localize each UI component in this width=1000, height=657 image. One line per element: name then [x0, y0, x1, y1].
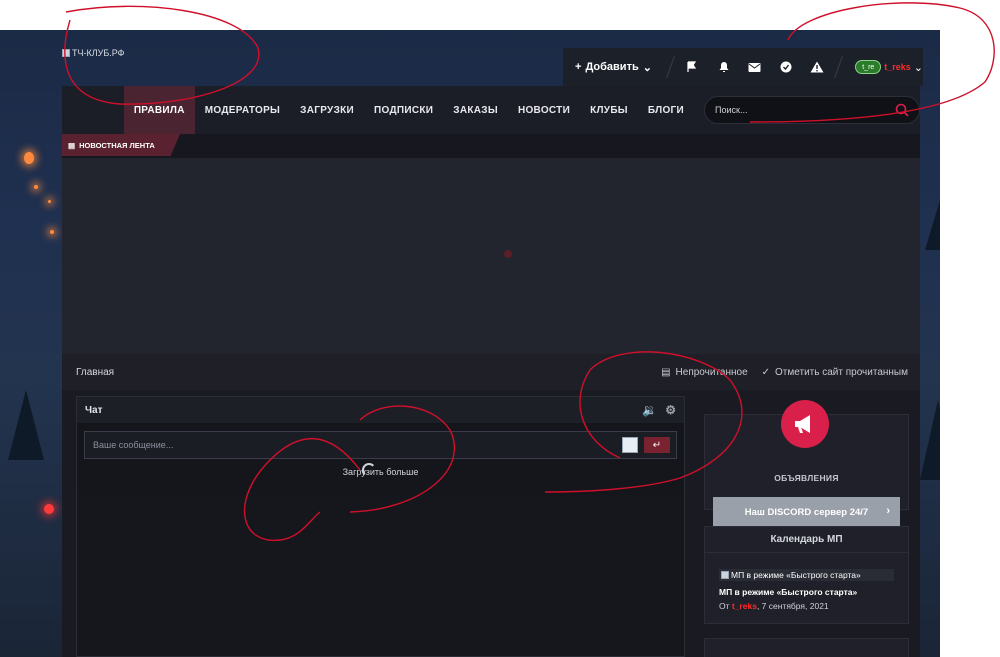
- breadcrumb: Главная ▤ Непрочитанное ✓ Отметить сайт …: [62, 354, 920, 390]
- nav-item-downloads[interactable]: ЗАГРУЗКИ: [290, 86, 364, 134]
- banner-area: [62, 158, 920, 354]
- red-light: [44, 504, 54, 514]
- mark-read-link[interactable]: ✓ Отметить сайт прочитанным: [762, 367, 908, 378]
- volume-icon[interactable]: 🔉: [642, 403, 657, 417]
- nav-item-subscriptions[interactable]: ПОДПИСКИ: [364, 86, 443, 134]
- check-icon: ✓: [761, 366, 771, 378]
- user-menu[interactable]: t_re t_reks ⌄: [845, 60, 923, 74]
- light-dot: [34, 185, 38, 189]
- flag-icon[interactable]: [677, 48, 708, 86]
- tree-silhouette: [925, 190, 940, 250]
- send-button[interactable]: ↵: [644, 437, 670, 453]
- newspaper-icon: ▤: [68, 140, 76, 150]
- main-content: Чат 🔉 ⚙ ↵ Загрузить больше ОБЪЯВ: [62, 390, 920, 657]
- chat-input-box: ↵: [84, 431, 677, 459]
- divider: [834, 56, 844, 78]
- site-logo[interactable]: ТЧ-КЛУБ.РФ: [62, 48, 125, 58]
- nav-item-news[interactable]: НОВОСТИ: [508, 86, 580, 134]
- mark-read-label: Отметить сайт прочитанным: [775, 366, 908, 378]
- chevron-down-icon: ⌄: [642, 61, 652, 74]
- news-ticker-label[interactable]: ▤ НОВОСТНАЯ ЛЕНТА: [62, 134, 180, 156]
- event-byline: От t_reks, 7 сентября, 2021: [719, 601, 894, 611]
- chat-message-input[interactable]: [93, 440, 493, 450]
- broken-image-icon: [721, 571, 729, 579]
- calendar-widget: Календарь МП МП в режиме «Быстрого старт…: [704, 526, 909, 624]
- add-label: Добавить: [585, 61, 639, 73]
- screenshot-stage: ТЧ-КЛУБ.РФ + Добавить ⌄ t_re t_reks ⌄ ПР…: [0, 0, 1000, 657]
- event-thumbnail-alt: МП в режиме «Быстрого старта»: [731, 570, 861, 580]
- bell-icon[interactable]: [708, 48, 739, 86]
- megaphone-icon: [781, 400, 829, 448]
- loading-dot: [504, 250, 512, 258]
- plus-icon: +: [575, 61, 582, 73]
- avatar: t_re: [855, 60, 882, 74]
- breadcrumb-home[interactable]: Главная: [76, 367, 114, 378]
- chevron-right-icon: ›: [886, 505, 890, 517]
- announcements-title: ОБЪЯВЛЕНИЯ: [774, 473, 839, 483]
- chevron-down-icon: ⌄: [913, 61, 924, 74]
- add-button[interactable]: + Добавить ⌄: [563, 48, 664, 86]
- discord-button-label: Наш DISCORD сервер 24/7: [744, 506, 869, 518]
- chat-widget: Чат 🔉 ⚙ ↵ Загрузить больше: [76, 396, 685, 657]
- lantern-icon: [24, 152, 34, 164]
- search-input[interactable]: [715, 105, 895, 115]
- byline-username[interactable]: t_reks: [732, 601, 757, 611]
- announcements-widget: ОБЪЯВЛЕНИЯ Наш DISCORD сервер 24/7 ›: [704, 400, 909, 527]
- broken-image-icon: [62, 49, 70, 57]
- chat-tools: 🔉 ⚙: [642, 403, 676, 417]
- emoji-icon[interactable]: [622, 437, 638, 453]
- chat-input-actions: ↵: [622, 437, 670, 453]
- discord-button[interactable]: Наш DISCORD сервер 24/7 ›: [713, 497, 900, 527]
- mail-icon[interactable]: [739, 48, 770, 86]
- chat-title: Чат: [85, 404, 103, 416]
- site-logo-text: ТЧ-КЛУБ.РФ: [72, 48, 125, 58]
- divider: [665, 56, 675, 78]
- calendar-title: Календарь МП: [705, 527, 908, 553]
- nav-item-orders[interactable]: ЗАКАЗЫ: [443, 86, 508, 134]
- breadcrumb-actions: ▤ Непрочитанное ✓ Отметить сайт прочитан…: [661, 367, 908, 378]
- news-ticker-text: НОВОСТНАЯ ЛЕНТА: [79, 140, 155, 150]
- chat-header: Чат 🔉 ⚙: [77, 397, 684, 423]
- gear-icon[interactable]: ⚙: [665, 403, 676, 417]
- next-widget: [704, 638, 909, 657]
- nav-item-moderators[interactable]: МОДЕРАТОРЫ: [195, 86, 290, 134]
- chat-messages-area: [77, 495, 684, 656]
- tree-silhouette: [8, 390, 44, 460]
- event-title-link[interactable]: МП в режиме «Быстрого старта»: [719, 587, 894, 597]
- unread-label: Непрочитанное: [675, 366, 748, 378]
- light-dot: [50, 230, 54, 234]
- unread-link[interactable]: ▤ Непрочитанное: [661, 367, 748, 378]
- search-icon[interactable]: [895, 103, 909, 117]
- search-box: [704, 96, 920, 124]
- alert-icon[interactable]: [801, 48, 832, 86]
- tree-silhouette: [920, 400, 940, 480]
- username: t_reks: [884, 62, 911, 72]
- nav-item-blogs[interactable]: БЛОГИ: [638, 86, 694, 134]
- user-bar: + Добавить ⌄ t_re t_reks ⌄: [563, 48, 923, 86]
- nav-item-clubs[interactable]: КЛУБЫ: [580, 86, 638, 134]
- byline-prefix: От: [719, 601, 732, 611]
- newspaper-icon: ▤: [661, 366, 671, 378]
- main-nav: ПРАВИЛА МОДЕРАТОРЫ ЗАГРУЗКИ ПОДПИСКИ ЗАК…: [62, 86, 920, 134]
- news-ticker: ▤ НОВОСТНАЯ ЛЕНТА: [62, 134, 920, 158]
- byline-date: , 7 сентября, 2021: [756, 601, 829, 611]
- event-thumbnail[interactable]: МП в режиме «Быстрого старта»: [719, 569, 894, 581]
- check-circle-icon[interactable]: [770, 48, 801, 86]
- light-dot: [48, 200, 51, 203]
- nav-item-rules[interactable]: ПРАВИЛА: [123, 86, 195, 134]
- load-more-button[interactable]: Загрузить больше: [77, 467, 684, 477]
